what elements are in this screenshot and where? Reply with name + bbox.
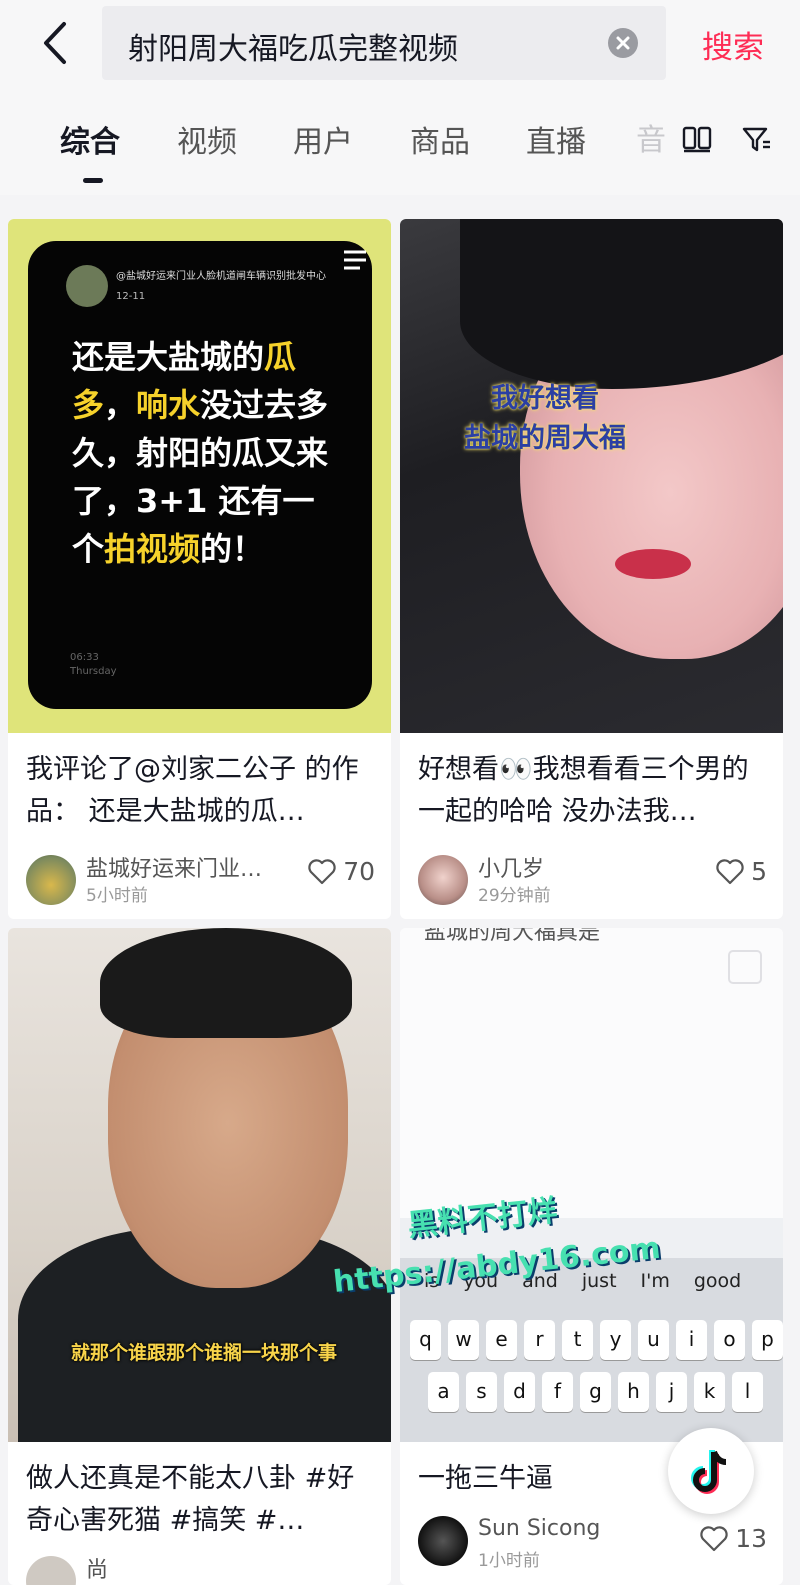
suggestion: I'm (640, 1270, 670, 1292)
card-title[interactable]: 好想看👀我想看看三个男的一起的哈哈 没办法我… (418, 749, 773, 833)
suggestion: good (693, 1270, 742, 1292)
like-button[interactable]: 5 (715, 857, 767, 886)
avatar (66, 265, 108, 307)
key: f (542, 1372, 573, 1412)
avatar[interactable] (26, 855, 76, 905)
key: i (676, 1320, 707, 1360)
video-thumbnail[interactable]: @盐城好运来门业人脸机道闸车辆识别批发中心 12-11 还是大盐城的瓜多，响水没… (8, 219, 391, 733)
thumbnail-hair (460, 219, 783, 389)
key: p (752, 1320, 783, 1360)
key: d (504, 1372, 535, 1412)
key: k (694, 1372, 725, 1412)
text-part: ， (104, 386, 137, 424)
tab-music[interactable]: 音 (636, 115, 666, 159)
key: y (600, 1320, 631, 1360)
screenshot-frame: @盐城好运来门业人脸机道闸车辆识别批发中心 12-11 还是大盐城的瓜多，响水没… (28, 241, 372, 709)
key: s (466, 1372, 497, 1412)
key: a (428, 1372, 459, 1412)
overlay-caption: 我好想看 盐城的周大福 (440, 379, 650, 459)
text-part-highlight: 拍视频 (104, 530, 201, 568)
heart-icon (716, 858, 744, 884)
text-part-highlight: 响水 (136, 386, 201, 424)
result-card[interactable]: @盐城好运来门业人脸机道闸车辆识别批发中心 12-11 还是大盐城的瓜多，响水没… (8, 219, 391, 919)
card-title[interactable]: 做人还真是不能太八卦 #好奇心害死猫 #搞笑 #… (26, 1458, 381, 1542)
top-bar: 射阳周大福吃瓜完整视频 搜索 (0, 0, 800, 95)
thumbnail-hair (100, 928, 352, 1038)
tab-products[interactable]: 商品 (410, 117, 470, 161)
thumbnail-lips (615, 549, 691, 579)
phone-date: 12-11 (116, 291, 146, 302)
avatar[interactable] (26, 1556, 76, 1585)
post-time: 29分钟前 (478, 886, 551, 906)
tab-live[interactable]: 直播 (526, 117, 586, 161)
caption-line: 我好想看 (491, 383, 599, 414)
like-button[interactable]: 13 (699, 1524, 767, 1553)
key: u (638, 1320, 669, 1360)
keyboard-row: a s d f g h j k l (428, 1372, 763, 1412)
post-time: 5小时前 (86, 886, 148, 906)
overlay-text: 还是大盐城的瓜多，响水没过去多久，射阳的瓜又来了，3+1 还有一个拍视频的！ (72, 333, 342, 573)
key: r (524, 1320, 555, 1360)
text-part: 还是大盐城的 (72, 338, 265, 376)
text-part: 的！ (200, 530, 265, 568)
author-name[interactable]: Sun Sicong (478, 1516, 600, 1541)
search-input[interactable]: 射阳周大福吃瓜完整视频 (102, 6, 666, 80)
keyboard-row: q w e r t y u i o p (410, 1320, 783, 1360)
like-button[interactable]: 70 (307, 857, 375, 886)
post-time: 1小时前 (478, 1551, 540, 1571)
search-query[interactable]: 射阳周大福吃瓜完整视频 (128, 24, 458, 68)
phone-handle: @盐城好运来门业人脸机道闸车辆识别批发中心 (116, 271, 326, 282)
author-name[interactable]: 小几岁 (478, 851, 544, 883)
layout-toggle-icon[interactable] (682, 125, 712, 153)
key: w (448, 1320, 479, 1360)
card-title[interactable]: 我评论了@刘家二公子 的作品： 还是大盐城的瓜… (26, 749, 381, 833)
avatar[interactable] (418, 1516, 468, 1566)
copy-icon (728, 950, 762, 984)
overlay-text: 盐城的周大福真是 (424, 928, 601, 945)
key: t (562, 1320, 593, 1360)
clear-icon[interactable] (608, 28, 638, 58)
clock-time: 06:33 (70, 652, 99, 663)
text-part-highlight: 瓜 (264, 338, 297, 376)
key: g (580, 1372, 611, 1412)
tiktok-logo-icon (691, 1450, 727, 1494)
tab-video[interactable]: 视频 (177, 117, 237, 161)
key: j (656, 1372, 687, 1412)
tab-bar: 综合 视频 用户 商品 直播 音 (0, 95, 800, 195)
tab-comprehensive[interactable]: 综合 (60, 117, 120, 161)
author-name[interactable]: 盐城好运来门业… (86, 851, 262, 883)
back-arrow-icon[interactable] (34, 18, 80, 68)
overlay-caption: 就那个谁跟那个谁搁一块那个事 (70, 1342, 337, 1364)
video-thumbnail[interactable]: 我好想看 盐城的周大福 (400, 219, 783, 733)
caption-line: 盐城的周大福 (464, 423, 626, 454)
author-name[interactable]: 尚 (86, 1552, 108, 1584)
like-count: 5 (751, 857, 767, 886)
avatar[interactable] (418, 855, 468, 905)
tiktok-floating-button[interactable] (668, 1428, 754, 1514)
result-card[interactable]: 我好想看 盐城的周大福 好想看👀我想看看三个男的一起的哈哈 没办法我… 小几岁 … (400, 219, 783, 919)
clock-day: Thursday (70, 666, 117, 677)
like-count: 70 (343, 857, 375, 886)
phone-clock: 06:33 Thursday (70, 651, 117, 679)
video-thumbnail[interactable]: 就那个谁跟那个谁搁一块那个事 (8, 928, 391, 1442)
key: q (410, 1320, 441, 1360)
active-tab-indicator (83, 178, 103, 183)
filter-icon[interactable] (742, 125, 772, 153)
like-count: 13 (735, 1524, 767, 1553)
key: e (486, 1320, 517, 1360)
text-part-highlight: 多 (72, 386, 105, 424)
search-button[interactable]: 搜索 (702, 22, 764, 67)
heart-icon (700, 1525, 728, 1551)
tab-users[interactable]: 用户 (293, 117, 353, 161)
heart-icon (308, 858, 336, 884)
menu-icon (344, 250, 366, 270)
key: h (618, 1372, 649, 1412)
key: o (714, 1320, 745, 1360)
key: l (732, 1372, 763, 1412)
